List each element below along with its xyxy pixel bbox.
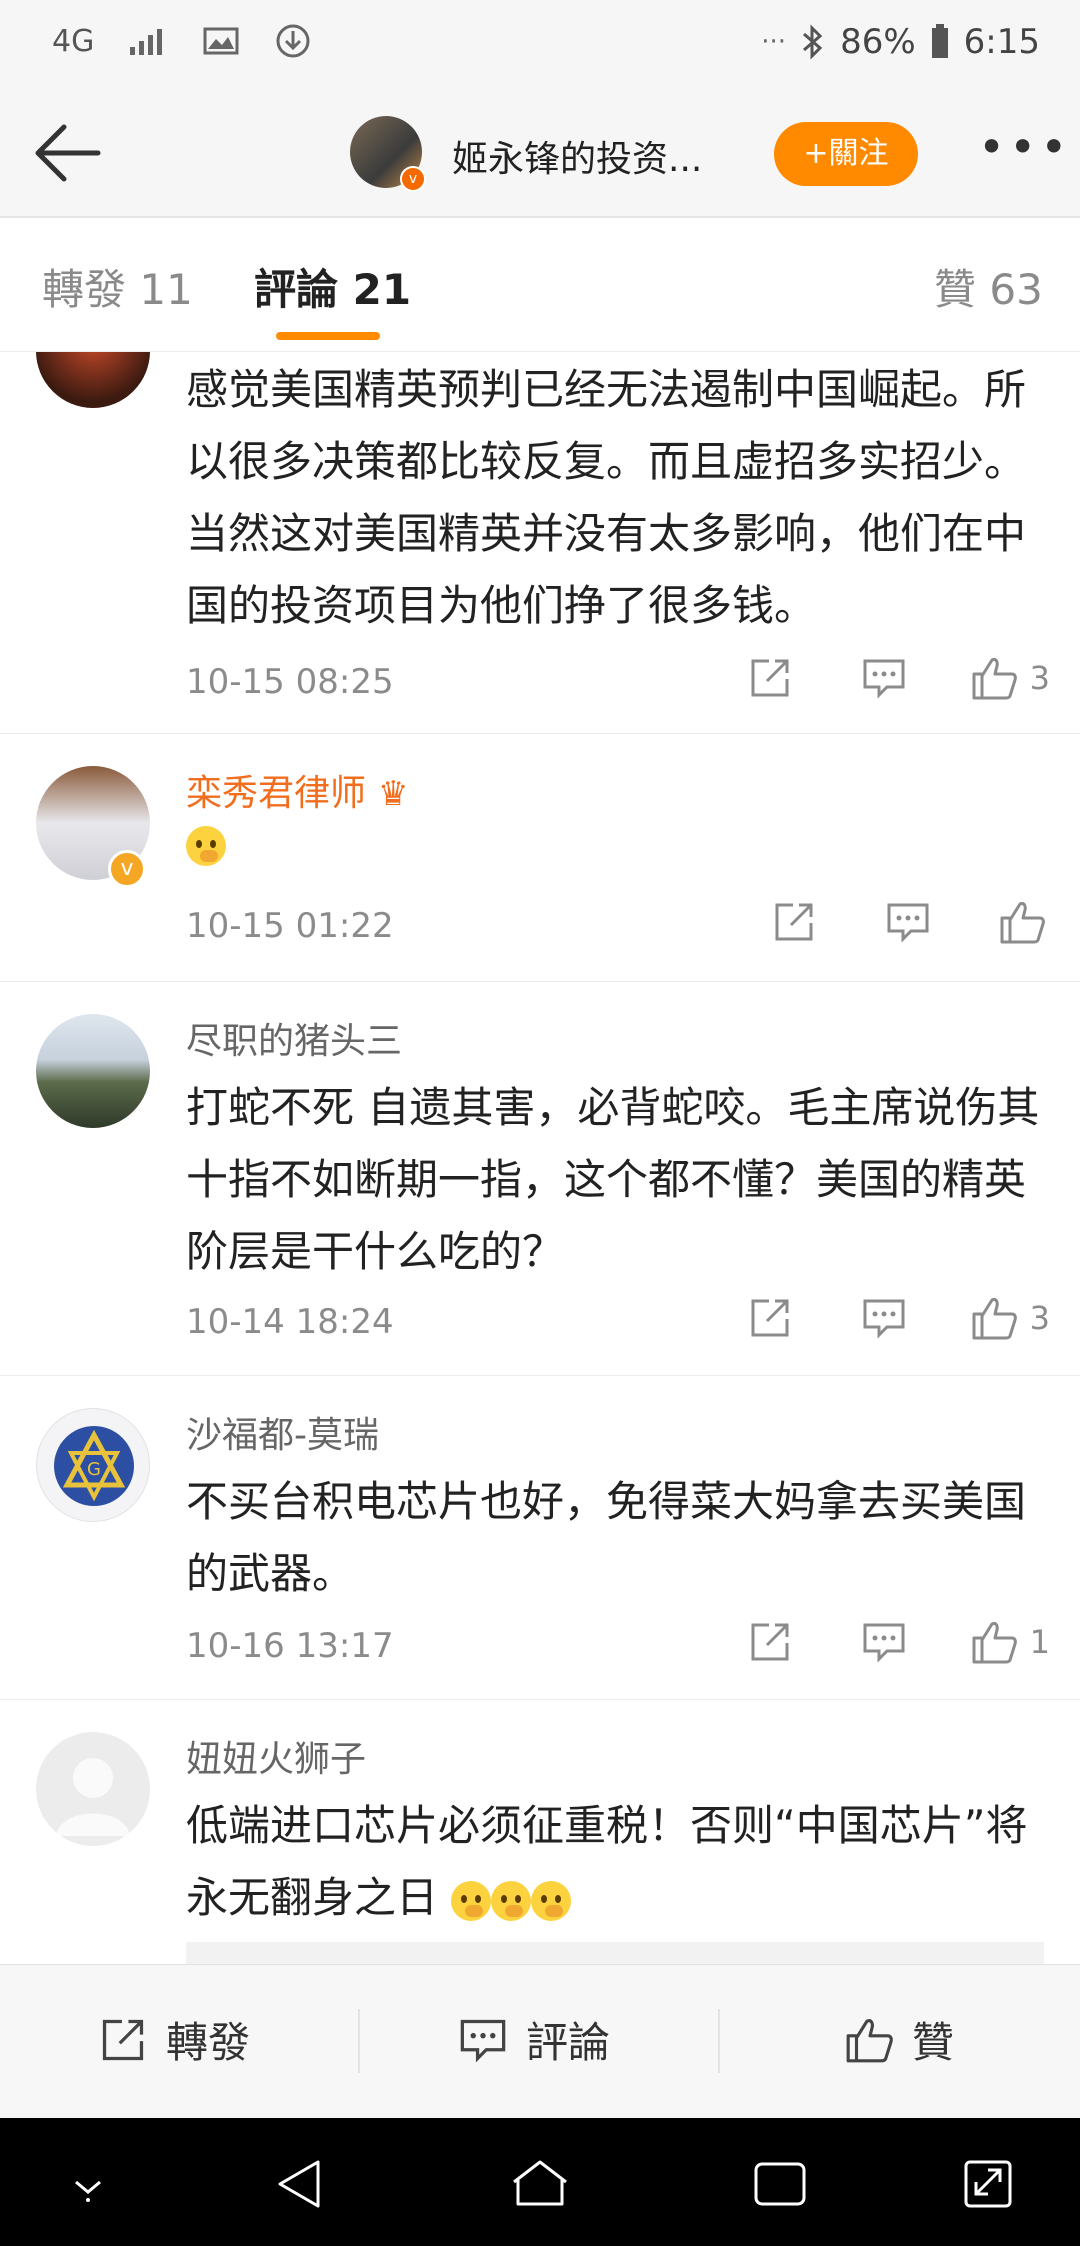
thumbs-up-icon (972, 1622, 1017, 1664)
comment-label: 評論 (526, 2018, 611, 2067)
tab-bar: 轉發 11 評論 21 贊 63 (0, 218, 1080, 352)
comment-emoji (186, 826, 226, 866)
repost-icon[interactable] (766, 894, 822, 950)
comment-item: 感觉美国精英预判已经无法遏制中国崛起。所以很多决策都比较反复。而且虚招多实招少。… (0, 352, 1080, 734)
app-header: v 姬永锋的投资... +關注 ••• (0, 90, 1080, 218)
clock: 6:15 (963, 22, 1040, 62)
network-type: 4G (52, 23, 95, 59)
like-count: 3 (1029, 1299, 1050, 1337)
comment-text: 不买台积电芯片也好，免得菜大妈拿去买美国的武器。 (186, 1477, 1027, 1598)
default-avatar-icon[interactable] (36, 1732, 150, 1846)
battery-percent: 86% (840, 22, 916, 62)
download-icon (276, 24, 310, 58)
comment-time: 10-14 18:24 (186, 1302, 394, 1342)
reply-preview-box[interactable] (186, 1942, 1044, 1964)
commenter-name[interactable]: 栾秀君律师 ♛ (186, 764, 409, 816)
compass-emblem-icon: G (54, 1426, 134, 1506)
expand-icon[interactable] (958, 2156, 1018, 2212)
comment-icon (460, 2019, 506, 2062)
repost-button[interactable]: 轉發 (98, 2009, 250, 2070)
comment-time: 10-16 13:17 (186, 1626, 394, 1666)
commenter-name[interactable]: 沙福都-莫瑞 (186, 1406, 379, 1458)
like-label: 贊 (912, 2018, 955, 2067)
comment-text: 低端进口芯片必须征重税！否则“中国芯片”将永无翻身之日 (186, 1801, 1028, 1922)
commenter-avatar[interactable] (36, 1014, 150, 1128)
vip-crown-icon: ♛ (378, 774, 409, 814)
more-status-icon: ··· (761, 27, 787, 57)
like-button[interactable]: 3 (970, 650, 1050, 706)
thinking-emoji-icon (491, 1880, 532, 1921)
comment-icon[interactable] (880, 894, 936, 950)
like-button[interactable] (994, 894, 1050, 950)
author-name[interactable]: 姬永锋的投资... (452, 130, 702, 182)
thinking-emoji-icon (451, 1880, 492, 1921)
commenter-avatar[interactable] (36, 352, 150, 408)
repost-icon[interactable] (742, 650, 798, 706)
divider (718, 2009, 720, 2073)
comment-button[interactable]: 評論 (458, 2009, 610, 2070)
bluetooth-icon (803, 24, 823, 60)
thumbs-up-icon (972, 1298, 1017, 1340)
comment-time: 10-15 08:25 (186, 662, 394, 702)
comment-item: G 沙福都-莫瑞 不买台积电芯片也好，免得菜大妈拿去买美国的武器。 10-16 … (0, 1376, 1080, 1700)
bottom-action-bar: 轉發 評論 贊 (0, 1964, 1080, 2118)
follow-button[interactable]: +關注 (774, 122, 918, 186)
like-button[interactable]: 贊 (844, 2009, 954, 2070)
repost-icon (102, 2019, 144, 2060)
status-bar: 4G ··· 86% 6:15 (0, 0, 1080, 90)
tab-likes[interactable]: 贊 63 (934, 256, 1043, 317)
recent-apps-icon[interactable] (750, 2156, 810, 2212)
commenter-name[interactable]: 妞妞火狮子 (186, 1730, 366, 1782)
comment-item: 尽职的猪头三 打蛇不死 自遗其害，必背蛇咬。毛主席说伤其十指不如断期一指，这个都… (0, 982, 1080, 1376)
comment-icon[interactable] (856, 1290, 912, 1346)
commenter-avatar[interactable]: G (36, 1408, 150, 1522)
like-button[interactable]: 1 (970, 1614, 1050, 1670)
repost-icon[interactable] (742, 1614, 798, 1670)
collapse-chevron-icon[interactable] (58, 2156, 118, 2212)
verified-badge-icon: v (108, 850, 146, 888)
verified-badge-icon: v (400, 166, 426, 192)
thinking-emoji-icon (531, 1880, 572, 1921)
repost-icon[interactable] (742, 1290, 798, 1346)
comment-icon[interactable] (856, 650, 912, 706)
active-tab-indicator (276, 332, 380, 340)
like-count: 1 (1029, 1623, 1050, 1661)
comment-item: v 栾秀君律师 ♛ 10-15 01:22 (0, 734, 1080, 982)
thumbs-up-icon (1000, 902, 1045, 944)
commenter-name[interactable]: 尽职的猪头三 (186, 1012, 402, 1064)
like-button[interactable]: 3 (970, 1290, 1050, 1346)
comment-text: 打蛇不死 自遗其害，必背蛇咬。毛主席说伤其十指不如断期一指，这个都不懂？美国的精… (186, 1083, 1040, 1276)
comment-time: 10-15 01:22 (186, 906, 394, 946)
battery-icon (931, 24, 948, 58)
more-options-icon[interactable]: ••• (978, 120, 1071, 174)
home-icon[interactable] (510, 2156, 570, 2212)
svg-text:G: G (87, 1459, 101, 1480)
back-triangle-icon[interactable] (270, 2156, 330, 2212)
comment-item: 妞妞火狮子 低端进口芯片必须征重税！否则“中国芯片”将永无翻身之日 (0, 1700, 1080, 1964)
comment-list[interactable]: 感觉美国精英预判已经无法遏制中国崛起。所以很多决策都比较反复。而且虚招多实招少。… (0, 352, 1080, 1964)
thumbs-up-icon (846, 2018, 893, 2062)
thinking-emoji-icon (186, 826, 226, 866)
back-arrow-icon[interactable] (28, 118, 108, 188)
like-count: 3 (1029, 659, 1050, 697)
image-icon (203, 27, 239, 55)
thumbs-up-icon (972, 658, 1017, 700)
signal-icon (130, 29, 163, 55)
comment-text: 感觉美国精英预判已经无法遏制中国崛起。所以很多决策都比较反复。而且虚招多实招少。… (186, 365, 1027, 630)
repost-label: 轉發 (166, 2018, 251, 2067)
tab-reposts[interactable]: 轉發 11 (42, 256, 193, 317)
system-nav-bar (0, 2118, 1080, 2246)
divider (358, 2009, 360, 2073)
comment-icon[interactable] (856, 1614, 912, 1670)
tab-comments[interactable]: 評論 21 (254, 256, 411, 317)
